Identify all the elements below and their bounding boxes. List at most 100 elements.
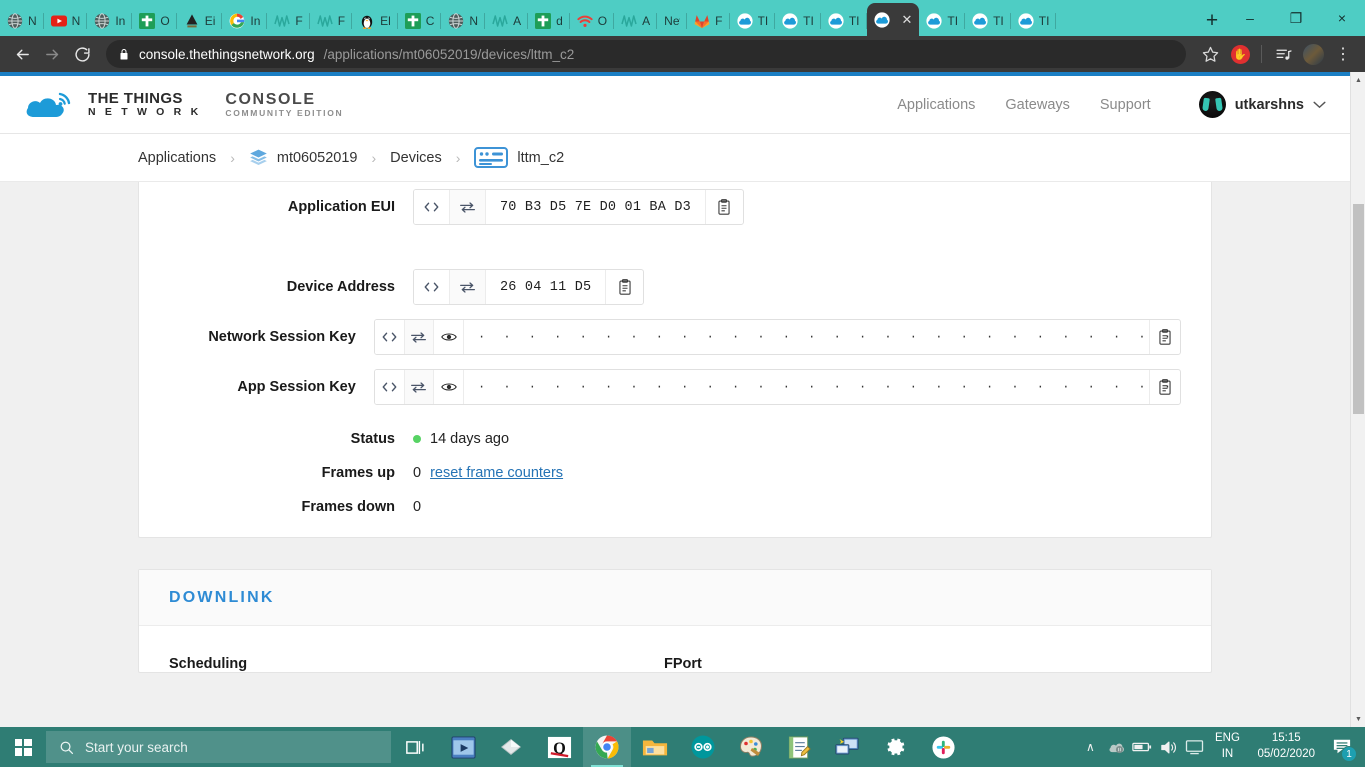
playlist-icon[interactable] — [1269, 40, 1297, 68]
copy-to-clipboard-button[interactable] — [605, 270, 643, 304]
breadcrumb-item-devices[interactable]: Devices — [390, 150, 442, 166]
taskbar-search[interactable]: Start your search — [46, 731, 391, 763]
frames-up-value: 0 — [413, 465, 422, 481]
code-icon-button[interactable] — [414, 190, 450, 224]
page-scrollbar[interactable]: ▲ ▼ — [1350, 72, 1365, 727]
new-tab-button[interactable]: + — [1197, 6, 1227, 36]
volume-icon[interactable] — [1155, 727, 1181, 767]
eye-icon-button[interactable] — [434, 370, 464, 404]
file-explorer-app[interactable] — [631, 727, 679, 767]
browser-tab[interactable]: N — [44, 6, 88, 36]
code-icon-button[interactable] — [374, 370, 405, 404]
display-icon[interactable] — [1181, 727, 1207, 767]
battery-icon[interactable] — [1129, 727, 1155, 767]
device-field-value[interactable]: 70 B3 D5 7E D0 01 BA D3 — [486, 190, 705, 224]
browser-tab[interactable]: A — [485, 6, 529, 36]
slack-app[interactable] — [919, 727, 967, 767]
close-window-button[interactable]: × — [1319, 2, 1365, 34]
start-button[interactable] — [0, 727, 46, 767]
nav-applications[interactable]: Applications — [897, 97, 975, 113]
browser-tab[interactable]: N — [441, 6, 486, 36]
browser-tab[interactable]: F — [310, 6, 353, 36]
chrome-app[interactable] — [583, 727, 631, 767]
wave-teal-favicon-icon — [317, 13, 333, 29]
browser-tab[interactable]: A — [614, 6, 658, 36]
device-field-label: Device Address — [286, 279, 395, 295]
onedrive-icon[interactable] — [1103, 727, 1129, 767]
scroll-up-arrow[interactable]: ▲ — [1351, 72, 1365, 88]
minimize-button[interactable]: – — [1227, 2, 1273, 34]
browser-tab[interactable]: TI — [821, 6, 867, 36]
reset-frame-counters-link[interactable]: reset frame counters — [430, 465, 563, 481]
breadcrumb-item-applications[interactable]: Applications — [138, 150, 216, 166]
diamond-app[interactable] — [487, 727, 535, 767]
browser-tab[interactable]: Ei — [177, 6, 223, 36]
browser-tab[interactable]: New T — [657, 6, 688, 36]
ttn-cloud-favicon-icon — [828, 13, 844, 29]
browser-tab[interactable]: C — [398, 6, 442, 36]
close-tab-icon[interactable]: ✕ — [902, 12, 913, 28]
arduino-app[interactable] — [679, 727, 727, 767]
notification-center-button[interactable]: 1 — [1325, 727, 1359, 767]
notepad-app[interactable] — [775, 727, 823, 767]
copy-to-clipboard-button[interactable] — [1148, 370, 1180, 404]
bookmark-star-icon[interactable] — [1196, 40, 1224, 68]
remote-desktop-app[interactable] — [823, 727, 871, 767]
browser-tab[interactable]: TI — [919, 6, 966, 36]
browser-tab-active[interactable]: ✕ — [866, 3, 920, 36]
scroll-down-arrow[interactable]: ▼ — [1351, 711, 1365, 727]
back-icon[interactable] — [8, 40, 36, 68]
media-player-app[interactable] — [439, 727, 487, 767]
swap-icon-button[interactable] — [450, 190, 486, 224]
browser-tab[interactable]: El — [352, 6, 398, 36]
swap-icon-button[interactable] — [404, 320, 435, 354]
browser-tab[interactable]: F — [267, 6, 310, 36]
breadcrumb-item-device[interactable]: lttm_c2 — [474, 146, 564, 169]
tray-chevron-icon[interactable]: ∧ — [1077, 727, 1103, 767]
reload-icon[interactable] — [68, 40, 96, 68]
browser-tab[interactable]: In — [222, 6, 268, 36]
code-icon-button[interactable] — [374, 320, 405, 354]
eye-icon-button[interactable] — [434, 320, 464, 354]
chrome-menu-icon[interactable]: ⋮ — [1329, 40, 1357, 68]
qgis-app[interactable]: Q — [535, 727, 583, 767]
device-field-control: · · · · · · · · · · · · · · · · · · · · … — [373, 319, 1181, 355]
browser-tab[interactable]: TI — [730, 6, 776, 36]
input-language[interactable]: ENG IN — [1207, 731, 1247, 762]
extension-stop-icon[interactable]: ✋ — [1226, 40, 1254, 68]
task-view-button[interactable] — [391, 727, 439, 767]
nav-gateways[interactable]: Gateways — [1005, 97, 1069, 113]
browser-tab[interactable]: TI — [775, 6, 821, 36]
browser-tab[interactable]: d — [528, 6, 570, 36]
breadcrumb-item-application[interactable]: mt06052019 — [249, 148, 357, 167]
address-bar[interactable]: console.thethingsnetwork.org/application… — [106, 40, 1186, 68]
swap-icon-button[interactable] — [450, 270, 486, 304]
paint-app[interactable] — [727, 727, 775, 767]
swap-icon-button[interactable] — [404, 370, 435, 404]
browser-tab[interactable]: TI — [1011, 6, 1057, 36]
wave-teal-favicon-icon — [492, 13, 508, 29]
code-icon-button[interactable] — [414, 270, 450, 304]
forward-icon[interactable] — [38, 40, 66, 68]
user-menu[interactable]: utkarshns — [1198, 91, 1326, 118]
browser-tab[interactable]: N — [0, 6, 44, 36]
browser-tab[interactable]: In — [87, 6, 133, 36]
browser-tab[interactable]: F — [687, 6, 730, 36]
browser-tab[interactable]: O — [132, 6, 177, 36]
maximize-button[interactable]: ❐ — [1273, 2, 1319, 34]
device-field-label: App Session Key — [237, 379, 356, 395]
device-field-value[interactable]: · · · · · · · · · · · · · · · · · · · · … — [464, 370, 1180, 404]
copy-to-clipboard-button[interactable] — [704, 190, 743, 224]
device-field-value[interactable]: · · · · · · · · · · · · · · · · · · · · … — [464, 320, 1180, 354]
browser-tab[interactable]: TI — [965, 6, 1011, 36]
copy-to-clipboard-button[interactable] — [1148, 320, 1180, 354]
ttn-logo[interactable]: THE THINGS N E T W O R K CONSOLE COMMUNI… — [24, 90, 343, 120]
settings-app[interactable] — [871, 727, 919, 767]
nav-support[interactable]: Support — [1100, 97, 1151, 113]
scrollbar-thumb[interactable] — [1353, 204, 1364, 414]
device-field-value[interactable]: 26 04 11 D5 — [486, 270, 605, 304]
language-line2: IN — [1221, 748, 1234, 760]
profile-avatar[interactable] — [1299, 40, 1327, 68]
browser-tab[interactable]: O — [570, 6, 615, 36]
clock[interactable]: 15:15 05/02/2020 — [1247, 731, 1325, 762]
